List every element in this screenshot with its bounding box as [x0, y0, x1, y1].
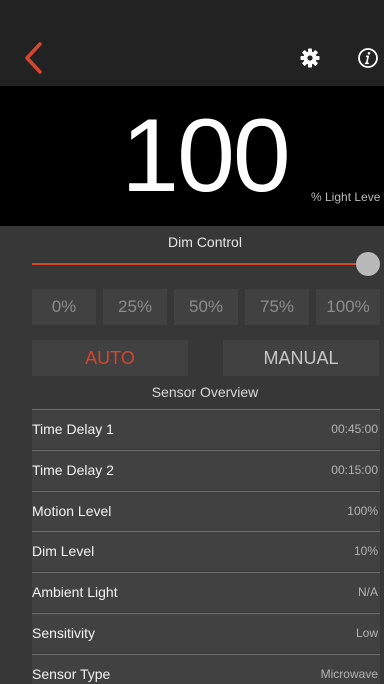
- dim-preset-row: 0% 25% 50% 75% 100%: [32, 289, 384, 325]
- sensor-row-label: Ambient Light: [32, 584, 118, 600]
- sensor-row-value: 00:45:00: [331, 422, 378, 436]
- light-level-unit: % Light Leve: [311, 190, 381, 204]
- preset-100-button[interactable]: 100%: [316, 289, 380, 325]
- sensor-row-time-delay-2: Time Delay 2 00:15:00: [32, 450, 380, 490]
- preset-25-button[interactable]: 25%: [103, 289, 167, 325]
- sensor-row-value: 100%: [347, 504, 378, 518]
- info-icon: [358, 48, 378, 68]
- auto-mode-button[interactable]: AUTO: [32, 340, 188, 376]
- sensor-row-label: Sensitivity: [32, 625, 96, 641]
- manual-mode-button[interactable]: MANUAL: [223, 340, 379, 376]
- sensor-row-label: Time Delay 2: [32, 462, 114, 478]
- light-level-panel: 100 % Light Leve: [0, 86, 384, 226]
- preset-0-button[interactable]: 0%: [32, 289, 96, 325]
- screenshot-edge: [384, 0, 389, 684]
- sensor-row-value: Low: [355, 626, 378, 640]
- sensor-row-time-delay-1: Time Delay 1 00:45:00: [32, 409, 380, 449]
- settings-button[interactable]: [296, 44, 324, 72]
- sensor-row-value: Microwave: [320, 667, 378, 681]
- sensor-row-ambient-light: Ambient Light N/A: [32, 572, 380, 612]
- preset-50-button[interactable]: 50%: [174, 289, 238, 325]
- dim-slider-track: [32, 263, 368, 265]
- preset-75-button[interactable]: 75%: [245, 289, 309, 325]
- sensor-row-label: Dim Level: [32, 543, 95, 559]
- sensor-row-value: 00:15:00: [331, 463, 378, 477]
- dim-control-label: Dim Control: [168, 234, 242, 250]
- status-bar: [0, 0, 384, 30]
- sensor-row-value: N/A: [357, 585, 378, 599]
- app-screen: 100 % Light Leve Dim Control 0% 25% 50% …: [0, 0, 384, 684]
- sensor-row-dim-level: Dim Level 10%: [32, 531, 380, 571]
- sensor-row-value: 10%: [353, 544, 378, 558]
- sensor-row-label: Sensor Type: [32, 666, 111, 682]
- sensor-overview-title: Sensor Overview: [151, 384, 259, 400]
- nav-bar: [0, 30, 384, 86]
- sensor-row-label: Time Delay 1: [32, 421, 114, 437]
- chevron-left-icon: [25, 42, 42, 74]
- sensor-row-sensor-type: Sensor Type Microwave: [32, 654, 380, 684]
- dim-slider-thumb[interactable]: [356, 252, 380, 276]
- gear-icon: [300, 48, 320, 68]
- sensor-row-sensitivity: Sensitivity Low: [32, 613, 380, 653]
- info-button[interactable]: [354, 44, 382, 72]
- sensor-row-motion-level: Motion Level 100%: [32, 491, 380, 531]
- dim-slider[interactable]: [32, 252, 380, 276]
- sensor-row-label: Motion Level: [32, 503, 112, 519]
- back-button[interactable]: [18, 38, 54, 78]
